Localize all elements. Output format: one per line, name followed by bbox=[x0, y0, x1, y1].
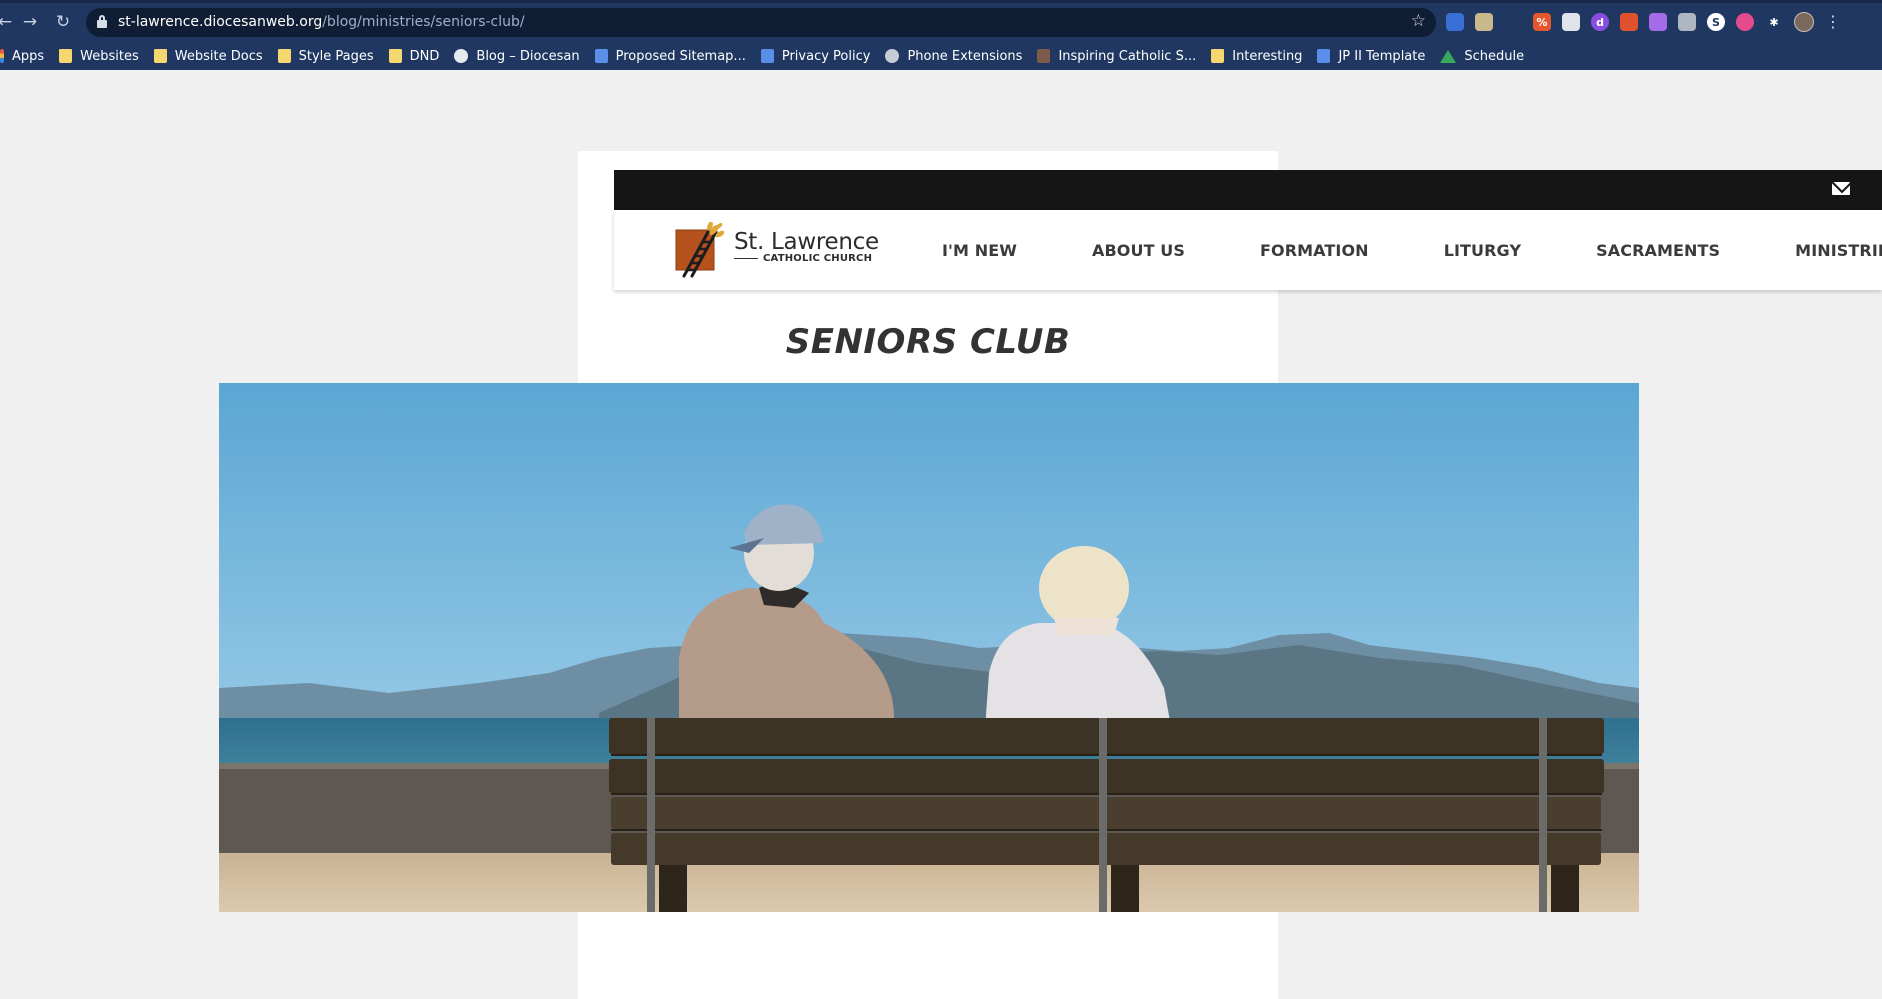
bookmark-label: Inspiring Catholic S... bbox=[1058, 48, 1197, 64]
bookmark-label: JP II Template bbox=[1338, 48, 1426, 64]
nav-liturgy[interactable]: LITURGY bbox=[1444, 241, 1521, 260]
bookmark-label: Proposed Sitemap... bbox=[615, 48, 746, 64]
nav-formation[interactable]: FORMATION bbox=[1260, 241, 1369, 260]
nav-ministries[interactable]: MINISTRIES/SERVI bbox=[1795, 241, 1882, 260]
url-path: /blog/ministries/seniors-club/ bbox=[322, 14, 525, 30]
puzzle-icon[interactable]: ✱ bbox=[1765, 13, 1783, 31]
bookmark-item[interactable]: Proposed Sitemap... bbox=[594, 45, 746, 67]
globe-icon bbox=[454, 49, 469, 63]
bookmark-item[interactable]: DND bbox=[388, 45, 440, 67]
browser-menu-icon[interactable]: ⋮ bbox=[1825, 13, 1841, 31]
nav-im-new[interactable]: I'M NEW bbox=[942, 241, 1017, 260]
forward-icon[interactable]: → bbox=[19, 11, 41, 33]
site-header: St. Lawrence CATHOLIC CHURCH I'M NEW ABO… bbox=[614, 210, 1882, 290]
bookmark-item[interactable]: Privacy Policy bbox=[760, 45, 871, 67]
bookmark-label: Privacy Policy bbox=[781, 48, 871, 64]
bookmark-label: Blog – Diocesan bbox=[476, 48, 580, 64]
folder-icon bbox=[1211, 49, 1225, 63]
logo-divider bbox=[734, 258, 758, 259]
bookmark-label: Phone Extensions bbox=[907, 48, 1023, 64]
bookmark-label: Schedule bbox=[1464, 48, 1525, 64]
calendar-badge-icon[interactable] bbox=[1446, 13, 1464, 31]
doc-icon bbox=[1317, 49, 1331, 63]
bookmark-item[interactable]: Style Pages bbox=[277, 45, 374, 67]
bookmark-label: Interesting bbox=[1232, 48, 1303, 64]
main-nav: I'M NEW ABOUT US FORMATION LITURGY SACRA… bbox=[942, 210, 1882, 290]
bookmark-label: Apps bbox=[12, 48, 45, 64]
seniors-on-bench-photo bbox=[219, 383, 1639, 912]
percent-icon[interactable]: % bbox=[1533, 13, 1551, 31]
back-icon[interactable]: ← bbox=[0, 11, 16, 33]
gray-square-icon[interactable] bbox=[1678, 13, 1696, 31]
browser-chrome: ← → ↻ st-lawrence.diocesanweb.org/blog/m… bbox=[0, 0, 1882, 70]
site-topbar bbox=[614, 170, 1882, 210]
bookmark-label: Style Pages bbox=[298, 48, 374, 64]
church-logo-icon[interactable] bbox=[674, 222, 724, 278]
folder-icon bbox=[388, 49, 402, 63]
lock-icon[interactable] bbox=[97, 15, 107, 28]
address-bar[interactable]: st-lawrence.diocesanweb.org/blog/ministr… bbox=[86, 8, 1436, 37]
bookmark-item[interactable]: Blog – Diocesan bbox=[454, 45, 580, 67]
nav-about-us[interactable]: ABOUT US bbox=[1092, 241, 1185, 260]
bookmark-item[interactable]: Apps bbox=[0, 45, 44, 67]
folder-icon bbox=[153, 49, 167, 63]
bookmark-item[interactable]: Website Docs bbox=[153, 45, 263, 67]
bookmark-item[interactable]: Interesting bbox=[1211, 45, 1302, 67]
extensions-toolbar: % d S ✱ ⋮ bbox=[1446, 11, 1841, 33]
hero-image bbox=[219, 383, 1639, 912]
bookmark-label: DND bbox=[409, 48, 440, 64]
logo-subtitle[interactable]: CATHOLIC CHURCH bbox=[763, 253, 872, 264]
nav-sacraments[interactable]: SACRAMENTS bbox=[1596, 241, 1720, 260]
image-icon[interactable] bbox=[1475, 13, 1493, 31]
folder-icon bbox=[59, 49, 73, 63]
doc-icon bbox=[760, 49, 774, 63]
multi-app-icon[interactable] bbox=[1620, 13, 1638, 31]
reload-icon[interactable]: ↻ bbox=[52, 11, 74, 33]
img-icon bbox=[1037, 49, 1051, 63]
url-host: st-lawrence.diocesanweb.org bbox=[118, 14, 323, 30]
bookmark-item[interactable]: Schedule bbox=[1440, 45, 1524, 67]
profile-avatar[interactable] bbox=[1794, 12, 1814, 32]
apps-icon bbox=[0, 49, 4, 63]
bookmark-star-icon[interactable]: ☆ bbox=[1411, 11, 1426, 31]
bookmark-item[interactable]: JP II Template bbox=[1317, 45, 1425, 67]
document-icon[interactable] bbox=[1562, 13, 1580, 31]
folder-icon bbox=[277, 49, 291, 63]
bookmarks-bar: Apps Websites Website Docs Style Pages DND Bl… bbox=[0, 44, 1539, 68]
web-icon bbox=[885, 49, 900, 63]
doc-icon bbox=[594, 49, 608, 63]
logo-name[interactable]: St. Lawrence bbox=[734, 229, 879, 255]
purple-circle-icon[interactable]: d bbox=[1591, 13, 1609, 31]
bookmark-item[interactable]: Inspiring Catholic S... bbox=[1037, 45, 1196, 67]
drive-icon bbox=[1440, 49, 1457, 63]
page-title: SENIORS CLUB bbox=[785, 322, 1071, 362]
s-circle-icon[interactable]: S bbox=[1707, 13, 1725, 31]
feather-icon[interactable] bbox=[1649, 13, 1667, 31]
url-text[interactable]: st-lawrence.diocesanweb.org/blog/ministr… bbox=[118, 14, 525, 30]
color-ring-icon[interactable] bbox=[1736, 13, 1754, 31]
bookmark-item[interactable]: Phone Extensions bbox=[885, 45, 1022, 67]
mail-icon[interactable] bbox=[1832, 182, 1850, 195]
bookmark-label: Websites bbox=[80, 48, 139, 64]
bookmark-item[interactable]: Websites bbox=[59, 45, 139, 67]
crop-icon[interactable] bbox=[1504, 13, 1522, 31]
bookmark-label: Website Docs bbox=[174, 48, 263, 64]
